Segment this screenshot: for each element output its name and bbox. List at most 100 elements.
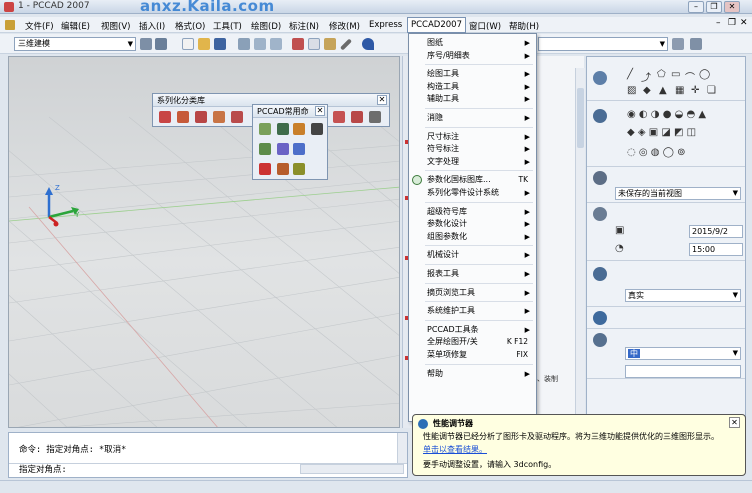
- menu-file[interactable]: 文件(F): [22, 19, 57, 33]
- menu-help[interactable]: 帮助(H): [506, 19, 542, 33]
- material-select[interactable]: 中 ▼: [625, 347, 741, 360]
- menu-item[interactable]: 图纸 ▶: [409, 37, 536, 49]
- draw-2d-icon[interactable]: [593, 71, 607, 85]
- command-icon[interactable]: [259, 163, 271, 175]
- menu-draw[interactable]: 绘图(D): [248, 19, 284, 33]
- menu-pccad2007[interactable]: PCCAD2007: [407, 17, 466, 33]
- view-results-link[interactable]: 单击以查看结果。: [423, 444, 487, 455]
- menu-item[interactable]: 参数化设计 ▶: [409, 218, 536, 230]
- pccad-common-palette[interactable]: PCCAD常用命 ✕: [252, 104, 328, 180]
- region-icon[interactable]: ▲: [659, 85, 667, 96]
- command-icon[interactable]: [293, 143, 305, 155]
- part-icon[interactable]: [231, 111, 243, 123]
- undo-icon[interactable]: [362, 38, 374, 50]
- horizontal-scrollbar[interactable]: [300, 464, 404, 474]
- new-icon[interactable]: [182, 38, 194, 50]
- workspace-save-icon[interactable]: [155, 38, 167, 50]
- render-icon[interactable]: [593, 311, 607, 325]
- menu-item[interactable]: 帮助 ▶: [409, 368, 536, 380]
- circle-icon[interactable]: ◯: [699, 69, 710, 80]
- workspace-select[interactable]: 三维建模 ▼: [14, 37, 136, 51]
- date-field[interactable]: 2015/9/2: [689, 225, 743, 238]
- part-icon[interactable]: [159, 111, 171, 123]
- menu-item[interactable]: 参数化国标图库... TK: [409, 174, 536, 186]
- menu-dimension[interactable]: 标注(N): [286, 19, 322, 33]
- polyline-icon[interactable]: ⤴: [641, 69, 651, 84]
- app-icon[interactable]: [4, 2, 14, 12]
- menu-window[interactable]: 窗口(W): [466, 19, 504, 33]
- paste-icon[interactable]: [324, 38, 336, 50]
- menu-item[interactable]: 超级符号库 ▶: [409, 206, 536, 218]
- doc-close-icon[interactable]: ✕: [740, 18, 748, 28]
- layer-select[interactable]: ▼: [538, 37, 668, 51]
- close-icon[interactable]: ✕: [377, 95, 387, 105]
- menu-item[interactable]: 菜单项修复 FIX: [409, 349, 536, 361]
- move-icon[interactable]: ✛: [691, 85, 699, 96]
- part-icon[interactable]: [333, 111, 345, 123]
- menu-item[interactable]: 绘图工具 ▶: [409, 68, 536, 80]
- part-icon[interactable]: [195, 111, 207, 123]
- layer-tool-icon[interactable]: [672, 38, 684, 50]
- command-icon[interactable]: [293, 163, 305, 175]
- menu-item[interactable]: 报表工具 ▶: [409, 268, 536, 280]
- menu-insert[interactable]: 插入(I): [136, 19, 168, 33]
- menu-tools[interactable]: 工具(T): [210, 19, 245, 33]
- command-icon[interactable]: [277, 123, 289, 135]
- menu-view[interactable]: 视图(V): [98, 19, 133, 33]
- document-icon[interactable]: [5, 20, 15, 30]
- box-icon[interactable]: ◉ ◐ ◑ ● ◒ ◓ ▲: [627, 109, 706, 120]
- menu-item[interactable]: PCCAD工具条 ▶: [409, 324, 536, 336]
- polygon-icon[interactable]: ⬠: [657, 69, 666, 80]
- rectangle-icon[interactable]: ▭: [671, 69, 680, 80]
- close-icon[interactable]: ✕: [729, 417, 740, 428]
- save-icon[interactable]: [214, 38, 226, 50]
- doc-minimize-icon[interactable]: –: [716, 18, 721, 28]
- command-scrollbar[interactable]: [397, 433, 407, 463]
- boolean-icon[interactable]: ◌ ◎ ◍ ◯ ⊚: [627, 147, 685, 158]
- command-icon[interactable]: [277, 143, 289, 155]
- menu-item[interactable]: 机械设计 ▶: [409, 249, 536, 261]
- menu-express[interactable]: Express: [366, 19, 405, 31]
- menu-item[interactable]: 符号标注 ▶: [409, 143, 536, 155]
- scrollbar[interactable]: [575, 68, 585, 418]
- view-select[interactable]: 未保存的当前视图 ▼: [615, 187, 741, 200]
- command-icon[interactable]: [259, 143, 271, 155]
- preview-icon[interactable]: [254, 38, 266, 50]
- menu-item[interactable]: 系统维护工具 ▶: [409, 305, 536, 317]
- visual-style-select[interactable]: 真实 ▼: [625, 289, 741, 302]
- publish-icon[interactable]: [270, 38, 282, 50]
- copy-obj-icon[interactable]: ❏: [707, 85, 716, 96]
- menu-item[interactable]: 文字处理 ▶: [409, 156, 536, 168]
- hatch-icon[interactable]: ▨: [627, 85, 636, 96]
- close-icon[interactable]: ✕: [315, 106, 325, 116]
- scroll-thumb[interactable]: [577, 88, 584, 148]
- copy-icon[interactable]: [308, 38, 320, 50]
- command-icon[interactable]: [259, 123, 271, 135]
- materials-icon[interactable]: [593, 333, 607, 347]
- restore-icon[interactable]: ❐: [706, 1, 722, 13]
- menu-edit[interactable]: 编辑(E): [58, 19, 93, 33]
- menu-item[interactable]: 消隐 ▶: [409, 112, 536, 124]
- menu-item[interactable]: 尺寸标注 ▶: [409, 131, 536, 143]
- block-icon[interactable]: ◆: [643, 85, 651, 96]
- menu-item[interactable]: 组图参数化 ▶: [409, 231, 536, 243]
- menu-format[interactable]: 格式(O): [172, 19, 208, 33]
- open-icon[interactable]: [198, 38, 210, 50]
- view-icon[interactable]: [593, 171, 607, 185]
- extrude-icon[interactable]: ◆ ◈ ▣ ◪ ◩ ◫: [627, 127, 696, 138]
- 3d-make-icon[interactable]: [593, 109, 607, 123]
- close-icon[interactable]: ✕: [724, 1, 740, 13]
- command-icon[interactable]: [277, 163, 289, 175]
- menu-item[interactable]: 系列化零件设计系统 ▶: [409, 187, 536, 199]
- table-icon[interactable]: ▦: [675, 85, 684, 96]
- part-icon[interactable]: [213, 111, 225, 123]
- visual-style-icon[interactable]: [593, 267, 607, 281]
- match-properties-icon[interactable]: [339, 38, 353, 51]
- part-icon[interactable]: [351, 111, 363, 123]
- part-icon[interactable]: [177, 111, 189, 123]
- arc-icon[interactable]: ⌒: [685, 69, 695, 84]
- time-field[interactable]: 15:00: [689, 243, 743, 256]
- print-icon[interactable]: [238, 38, 250, 50]
- menu-item[interactable]: 构造工具 ▶: [409, 81, 536, 93]
- menu-modify[interactable]: 修改(M): [326, 19, 363, 33]
